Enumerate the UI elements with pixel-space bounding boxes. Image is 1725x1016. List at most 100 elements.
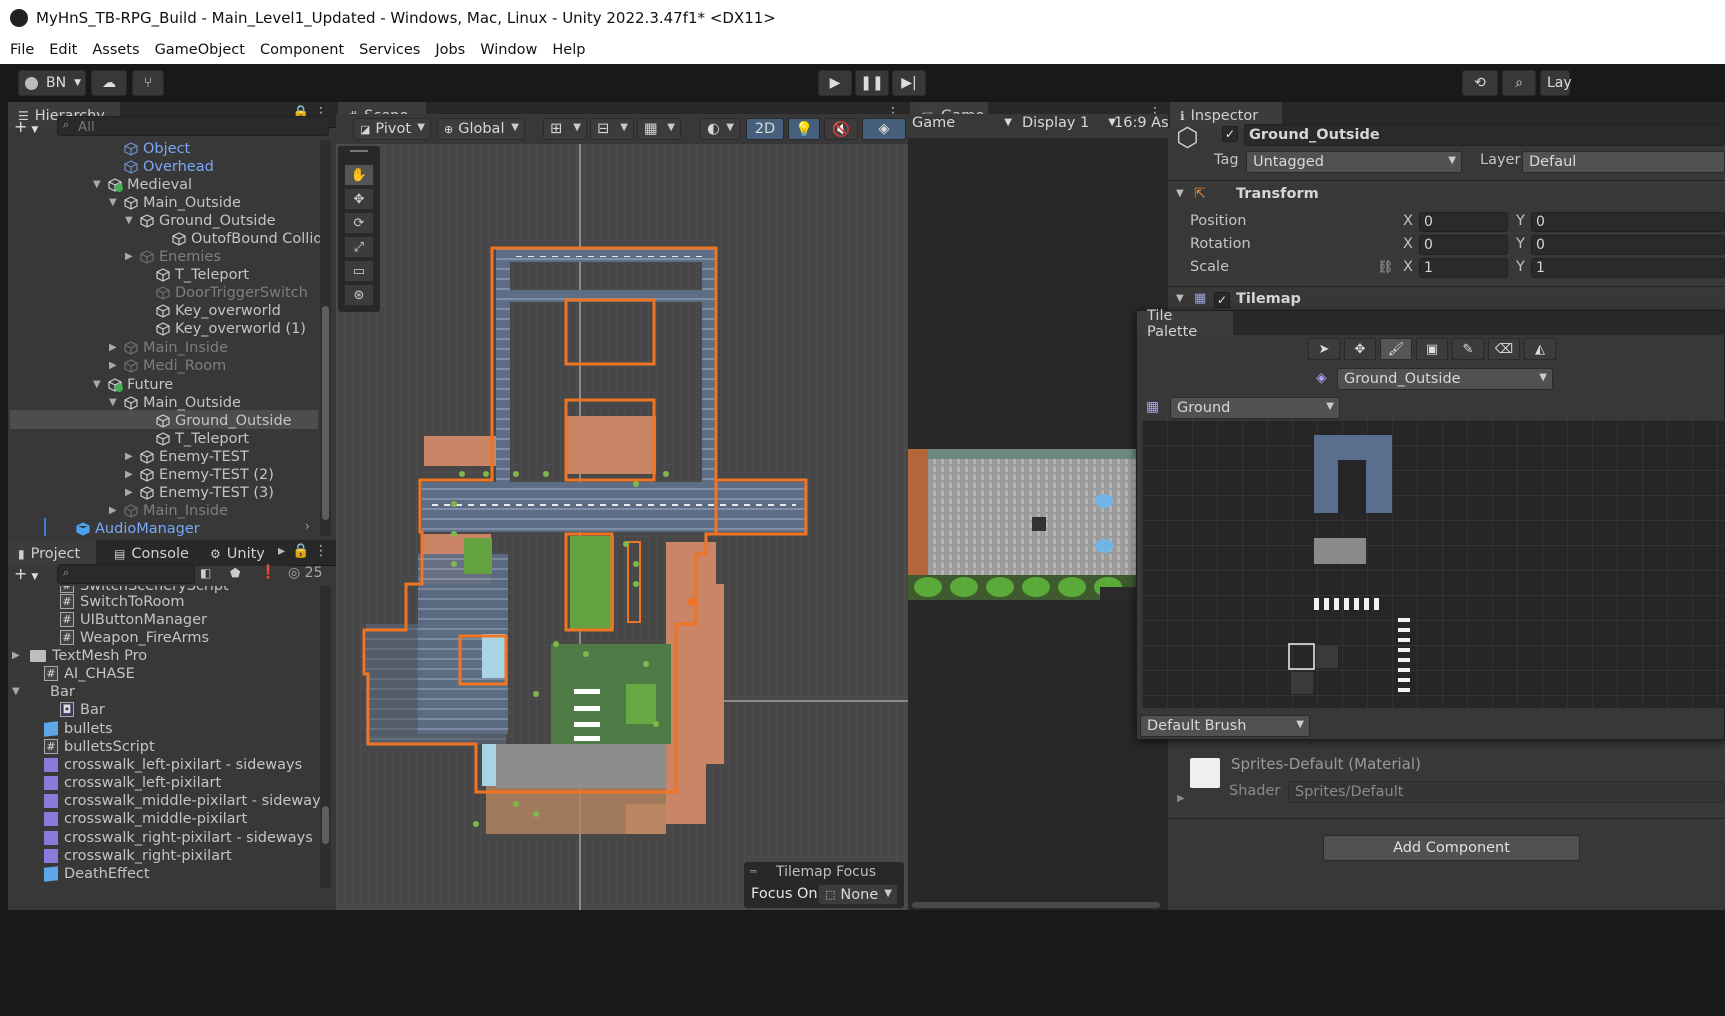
history-button[interactable]: ⟲	[1462, 70, 1498, 96]
menu-window[interactable]: Window	[480, 42, 537, 58]
tile-palette-grid[interactable]	[1142, 420, 1725, 708]
hierarchy-item[interactable]: ▶ Enemy-TEST	[125, 447, 249, 466]
scale-tool[interactable]: ⤢	[344, 236, 374, 258]
audio-toggle[interactable]: 🔇	[824, 118, 858, 140]
project-asset-item[interactable]: # bulletsScript	[44, 737, 155, 756]
chevron-right-icon[interactable]: ▶	[12, 650, 24, 661]
hierarchy-item[interactable]: ▼ Main_Outside	[109, 393, 241, 412]
menu-edit[interactable]: Edit	[49, 42, 77, 58]
hierarchy-item[interactable]: DoorTriggerSwitch	[156, 283, 308, 302]
menu-services[interactable]: Services	[359, 42, 420, 58]
account-dropdown[interactable]: BN ▼	[18, 70, 86, 96]
draw-mode-dropdown[interactable]: ◐ ▼	[700, 118, 740, 140]
game-view-dropdown[interactable]: Game ▼	[912, 115, 1016, 137]
project-asset-item[interactable]: crosswalk_middle-pixilart - sideways	[44, 791, 320, 810]
hand-tool[interactable]: ✋	[344, 164, 374, 186]
move-tool[interactable]: ✥	[344, 188, 374, 210]
project-scrollbar[interactable]	[320, 586, 331, 888]
chevron-right-icon[interactable]: ▶	[1177, 793, 1185, 804]
menu-help[interactable]: Help	[552, 42, 585, 58]
step-button[interactable]: ▶|	[892, 70, 926, 96]
brush-dropdown[interactable]: Default Brush ▼	[1140, 715, 1310, 737]
search-button[interactable]: ⌕	[1502, 70, 1536, 96]
paint-brush-tool[interactable]: 🖌	[1380, 338, 1412, 360]
eraser-tool[interactable]: ⌫	[1488, 338, 1520, 360]
chevron-down-icon[interactable]: ▼	[109, 197, 121, 208]
x-axis-label[interactable]: X	[1403, 236, 1413, 252]
drag-handle-icon[interactable]: ═	[750, 865, 757, 878]
project-asset-item[interactable]: # Weapon_FireArms	[60, 628, 209, 647]
display-dropdown[interactable]: Display 1 ▼	[1022, 115, 1116, 137]
hierarchy-item[interactable]: ▶ Enemy-TEST (3)	[125, 483, 274, 502]
aspect-dropdown[interactable]: 16:9 Asp	[1114, 115, 1168, 137]
hierarchy-item[interactable]: ▼ Main_Outside	[109, 193, 241, 212]
project-asset-item[interactable]: crosswalk_right-pixilart	[44, 846, 232, 865]
box-fill-tool[interactable]: ▣	[1416, 338, 1448, 360]
chevron-right-icon[interactable]: ›	[305, 519, 310, 533]
filter-label-icon[interactable]: ⬟	[230, 566, 240, 580]
hierarchy-item[interactable]: T_Teleport	[156, 265, 249, 284]
add-component-button[interactable]: Add Component	[1323, 835, 1580, 861]
chevron-down-icon[interactable]: ▼	[125, 215, 137, 226]
hierarchy-item[interactable]: OutofBound Collide	[172, 229, 331, 248]
shader-dropdown[interactable]: Sprites/Default	[1288, 781, 1725, 803]
2d-toggle[interactable]: 2D	[746, 118, 784, 140]
transform-y-field[interactable]: 0	[1531, 235, 1725, 255]
hierarchy-item[interactable]: Key_overworld	[156, 301, 281, 320]
hierarchy-item[interactable]: Key_overworld (1)	[156, 319, 306, 338]
chevron-down-icon[interactable]: ▼	[109, 397, 121, 408]
game-scrollbar[interactable]	[912, 902, 1160, 908]
grid-visibility-toggle[interactable]: ▦ ▼	[637, 118, 681, 140]
menu-jobs[interactable]: Jobs	[435, 42, 465, 58]
transform-x-field[interactable]: 0	[1419, 235, 1508, 255]
chevron-down-icon[interactable]: ▼	[93, 179, 105, 190]
menu-assets[interactable]: Assets	[92, 42, 139, 58]
gameobject-active-checkbox[interactable]: ✓	[1222, 126, 1238, 142]
play-button[interactable]: ▶	[818, 70, 852, 96]
focus-on-dropdown[interactable]: ⬚ None ▼	[818, 884, 898, 905]
palette-dropdown[interactable]: Ground ▼	[1170, 397, 1340, 419]
hierarchy-item[interactable]: ▶ Enemies	[125, 247, 221, 266]
y-axis-label[interactable]: Y	[1516, 213, 1525, 229]
menu-component[interactable]: Component	[260, 42, 344, 58]
pivot-dropdown[interactable]: ◪ Pivot ▼	[353, 118, 431, 140]
tab-unity[interactable]: ⚙ Unity	[200, 540, 290, 566]
layers-dropdown[interactable]: Lay	[1540, 70, 1572, 96]
project-asset-item[interactable]: ▼ Bar	[12, 682, 75, 701]
project-asset-item[interactable]: # AI_CHASE	[44, 664, 135, 683]
rect-tool[interactable]: ▭	[344, 260, 374, 282]
project-asset-item[interactable]: crosswalk_middle-pixilart	[44, 809, 247, 828]
hierarchy-scrollbar[interactable]	[320, 140, 331, 536]
project-asset-item[interactable]: crosswalk_left-pixilart - sideways	[44, 755, 302, 774]
hierarchy-search-input[interactable]: ⌕ All	[57, 116, 329, 136]
picker-tool[interactable]: ✎	[1452, 338, 1484, 360]
project-asset-item[interactable]: # UIButtonManager	[60, 610, 207, 629]
chevron-right-icon[interactable]: ▶	[109, 360, 121, 371]
filter-type-icon[interactable]: ◧	[200, 566, 211, 580]
project-scroll-thumb[interactable]	[322, 806, 329, 844]
hierarchy-item[interactable]: ▼ Future	[93, 375, 173, 394]
chevron-down-icon[interactable]: ▼	[93, 379, 105, 390]
x-axis-label[interactable]: X	[1403, 213, 1413, 229]
project-asset-item[interactable]: ◘ Bar	[60, 700, 105, 719]
hierarchy-item[interactable]: ▶ Enemy-TEST (2)	[125, 465, 274, 484]
hierarchy-scroll-thumb[interactable]	[322, 306, 329, 520]
rotate-tool[interactable]: ⟳	[344, 212, 374, 234]
transform-y-field[interactable]: 0	[1531, 212, 1725, 232]
hidden-packages-toggle[interactable]: ◎ 25	[288, 565, 323, 581]
scene-viewport[interactable]	[336, 144, 908, 910]
move-tool[interactable]: ✥	[1344, 338, 1376, 360]
chevron-right-icon[interactable]: ▶	[125, 451, 137, 462]
more-menu-icon[interactable]: ⋮	[314, 544, 328, 558]
chevron-right-icon[interactable]: ▶	[109, 505, 121, 516]
version-control-button[interactable]: ⑂	[132, 70, 164, 96]
hierarchy-item[interactable]: ▶ Main_Inside	[109, 501, 228, 520]
tab-project[interactable]: ▮ Project	[8, 540, 96, 566]
project-asset-item[interactable]: bullets	[44, 719, 113, 738]
active-tilemap-dropdown[interactable]: Ground_Outside ▼	[1337, 368, 1553, 390]
hierarchy-item[interactable]: Overhead	[124, 157, 214, 176]
hierarchy-item[interactable]: ▶ Medi_Room	[109, 356, 226, 375]
hierarchy-item[interactable]: ▶ Main_Inside	[109, 338, 228, 357]
increment-snap-toggle[interactable]: ⊟ ▼	[590, 118, 634, 140]
hierarchy-item[interactable]: ▼ Ground_Outside	[125, 211, 276, 230]
